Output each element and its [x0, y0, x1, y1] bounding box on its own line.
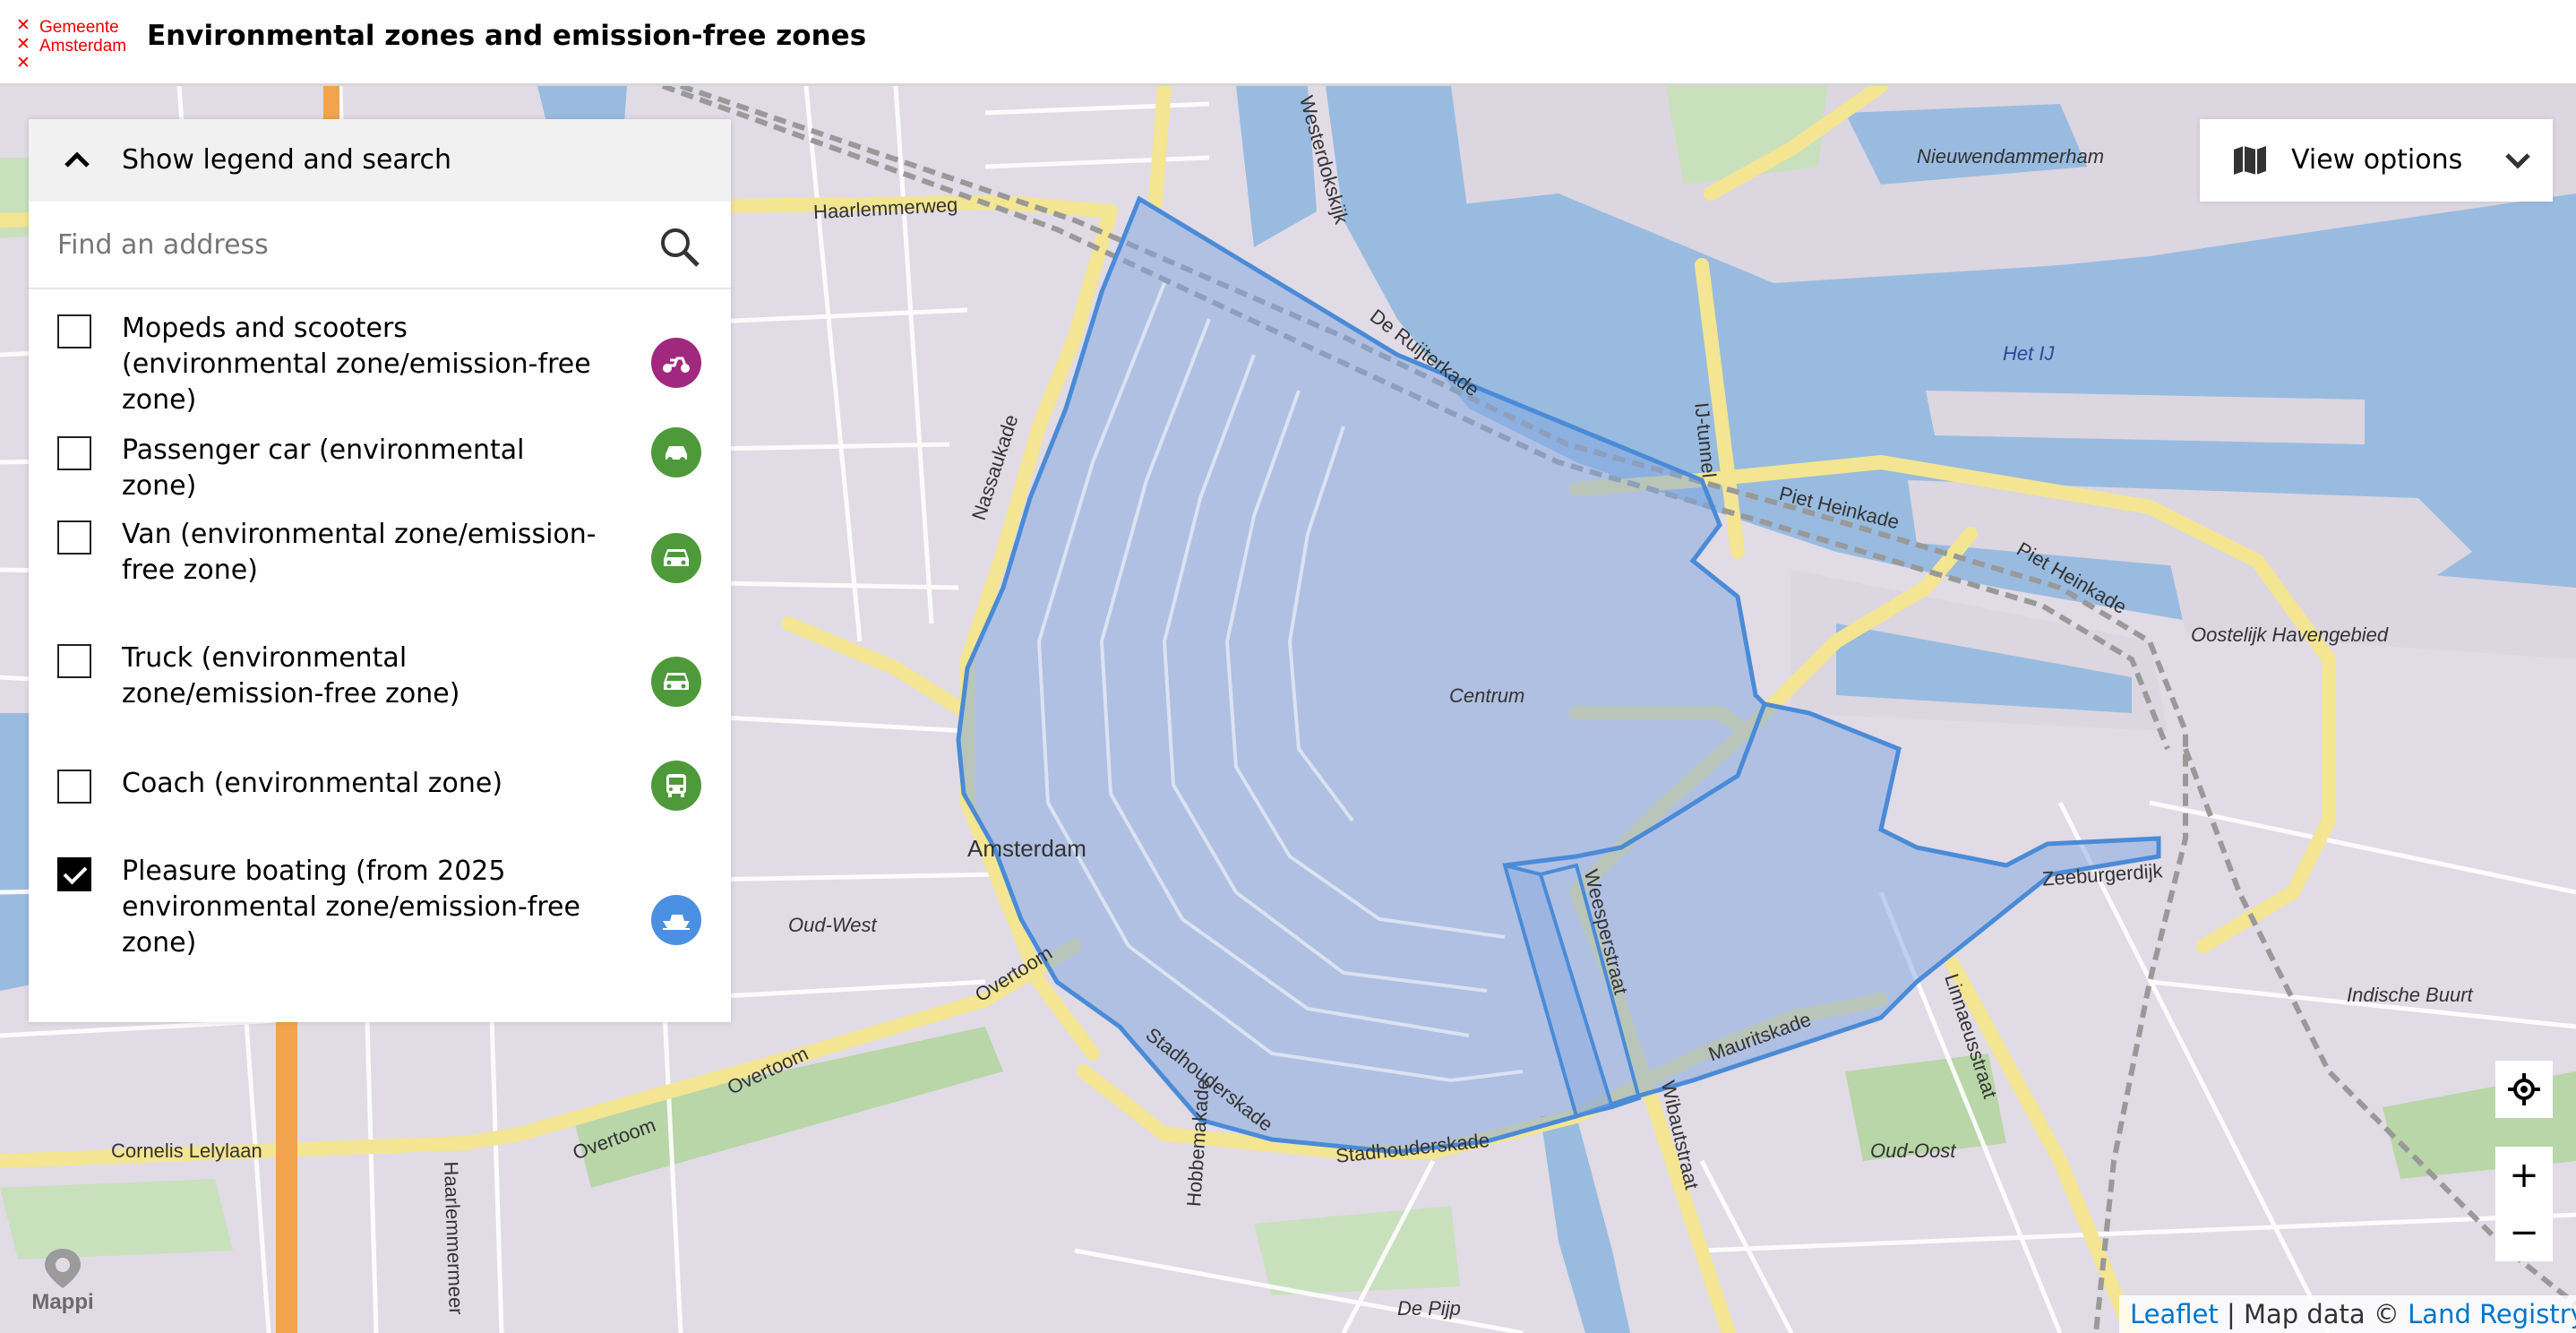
app-header: ✕ ✕ ✕ Gemeente Amsterdam Environmental zon… [0, 0, 2576, 86]
map-label-amsterdam: Amsterdam [967, 835, 1086, 862]
zoom-out-button[interactable]: − [2495, 1204, 2553, 1261]
leaflet-link[interactable]: Leaflet [2130, 1299, 2219, 1329]
park-south [1254, 1206, 1460, 1295]
legend-item-van[interactable]: Van (environmental zone/emission-free zo… [29, 497, 731, 621]
van-icon [651, 533, 701, 583]
map-label-oud-oost: Oud-Oost [1870, 1140, 1956, 1162]
water-amstel [1541, 1116, 1630, 1333]
map-label-nieuwendammerham: Nieuwendammerham [1917, 145, 2105, 168]
boat-icon [651, 895, 701, 945]
map-label-centrum: Centrum [1449, 684, 1525, 707]
coach-checkbox[interactable] [57, 770, 91, 804]
dock-1 [1926, 391, 2365, 444]
passenger-car-checkbox[interactable] [57, 436, 91, 470]
locate-me-button[interactable] [2495, 1061, 2553, 1118]
legend-item-label: Pleasure boating (from 2025 environmenta… [122, 856, 580, 959]
legend-search-panel: Show legend and search Mopeds and scoote… [29, 119, 731, 1022]
mappi-pin-icon [45, 1249, 81, 1288]
legend-item-label: Coach (environmental zone) [122, 768, 503, 799]
legend-item-mopeds[interactable]: Mopeds and scooters (environmental zone/… [29, 288, 731, 416]
legend-item-truck[interactable]: Truck (environmental zone/emission-free … [29, 621, 731, 744]
map-label-cornelis-lelylaan: Cornelis Lelylaan [111, 1140, 262, 1162]
legend-item-pleasure-boating[interactable]: Pleasure boating (from 2025 environmenta… [29, 830, 731, 965]
legend-item-label: Truck (environmental zone/emission-free … [122, 642, 460, 710]
map-label-oostelijk-havengebied: Oostelijk Havengebied [2191, 624, 2389, 646]
map-label-indische-buurt: Indische Buurt [2347, 984, 2473, 1006]
mappi-label: Mappi [31, 1290, 94, 1314]
page-title: Environmental zones and emission-free zo… [147, 20, 867, 52]
view-options-button[interactable]: View options [2200, 119, 2553, 202]
scooter-icon [651, 338, 701, 388]
legend-item-label: Van (environmental zone/emission-free zo… [122, 519, 597, 586]
gemeente-amsterdam-logo[interactable]: ✕ ✕ ✕ Gemeente Amsterdam [16, 16, 133, 73]
address-search [29, 202, 731, 289]
land-registry-link[interactable]: Land Registry [2408, 1299, 2576, 1329]
van-checkbox[interactable] [57, 520, 91, 555]
map-label-oud-west: Oud-West [788, 914, 877, 936]
mappi-logo: Mappi [25, 1245, 100, 1315]
address-search-input[interactable] [56, 221, 632, 268]
truck-icon [651, 657, 701, 707]
attribution-separator: | Map data © [2218, 1299, 2409, 1329]
logo-line-2: Amsterdam [39, 37, 127, 56]
legend-toggle[interactable]: Show legend and search [29, 119, 731, 202]
view-options-label: View options [2291, 144, 2463, 176]
xxx-crosses-icon: ✕ ✕ ✕ [16, 15, 30, 73]
car-icon [651, 427, 701, 477]
legend-item-label: Mopeds and scooters (environmental zone/… [122, 313, 591, 416]
map-attribution: Leaflet | Map data © Land Registry [2119, 1295, 2576, 1333]
pleasure-boating-checkbox[interactable] [57, 857, 91, 891]
crosshair-icon [2508, 1073, 2540, 1105]
chevron-down-icon [2505, 153, 2530, 169]
search-icon[interactable] [659, 227, 700, 268]
zoom-in-button[interactable]: + [2495, 1147, 2553, 1204]
coach-icon [651, 761, 701, 811]
legend-item-passenger-car[interactable]: Passenger car (environmental zone) [29, 411, 731, 502]
chevron-up-icon [64, 151, 90, 168]
legend-item-label: Passenger car (environmental zone) [122, 434, 525, 502]
map-label-het-ij: Het IJ [2003, 342, 2055, 365]
truck-checkbox[interactable] [57, 644, 91, 678]
mopeds-checkbox[interactable] [57, 314, 91, 348]
map-label-de-pijp: De Pijp [1397, 1297, 1461, 1320]
map-icon [2234, 146, 2266, 175]
logo-line-1: Gemeente [39, 18, 119, 37]
legend-item-coach[interactable]: Coach (environmental zone) [29, 744, 731, 830]
legend-toggle-label: Show legend and search [122, 144, 451, 176]
